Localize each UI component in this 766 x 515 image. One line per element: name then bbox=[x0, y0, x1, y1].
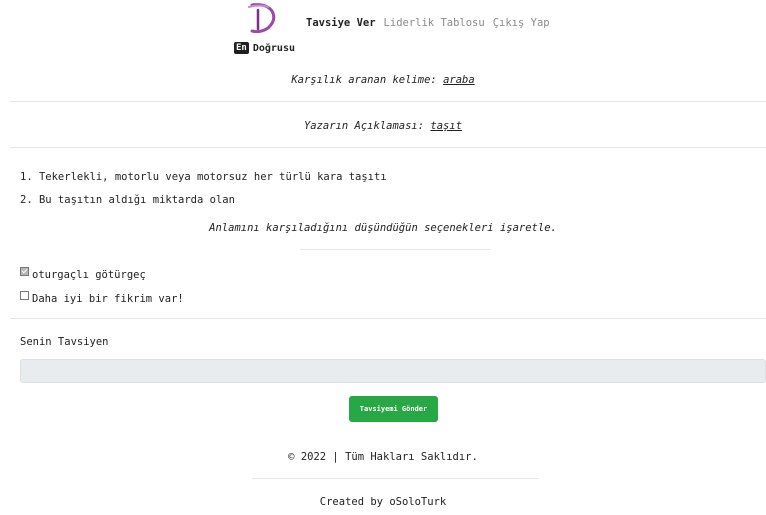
brand-name: Doğrusu bbox=[252, 42, 295, 54]
brand-badge: En bbox=[234, 42, 249, 54]
author-description-line: Yazarın Açıklaması: taşıt bbox=[0, 120, 766, 132]
divider bbox=[10, 318, 766, 319]
nav-liderlik-tablosu[interactable]: Liderlik Tablosu bbox=[384, 17, 485, 29]
advice-label: Senin Tavsiyen bbox=[20, 336, 109, 348]
submit-advice-button[interactable]: Tavsiyemi Gönder bbox=[349, 396, 438, 422]
footer-credit: Created by oSoloTurk bbox=[319, 496, 447, 508]
divider bbox=[10, 101, 766, 102]
checkbox-icon[interactable] bbox=[20, 290, 29, 300]
option-oturgacli-goturgec[interactable]: oturgaçlı götürgeç bbox=[20, 263, 184, 287]
advice-input[interactable] bbox=[20, 359, 766, 383]
divider bbox=[252, 478, 538, 479]
definition-item: 1. Tekerlekli, motorlu veya motorsuz her… bbox=[20, 171, 387, 183]
author-description-label: Yazarın Açıklaması: bbox=[303, 120, 425, 132]
checkbox-checked-icon[interactable] bbox=[20, 266, 29, 276]
footer-copyright: © 2022 | Tüm Hakları Saklıdır. bbox=[288, 451, 478, 463]
option-better-idea[interactable]: Daha iyi bir fikrim var! bbox=[20, 287, 184, 311]
target-word-label: Karşılık aranan kelime: bbox=[291, 74, 437, 86]
option-label: oturgaçlı götürgeç bbox=[32, 269, 146, 281]
definitions-list: 1. Tekerlekli, motorlu veya motorsuz her… bbox=[20, 166, 387, 212]
options-list: oturgaçlı götürgeç Daha iyi bir fikrim v… bbox=[20, 263, 184, 311]
definition-item: 2. Bu taşıtın aldığı miktarda olan bbox=[20, 194, 235, 206]
nav-tavsiye-ver[interactable]: Tavsiye Ver bbox=[306, 17, 376, 29]
author-description: taşıt bbox=[430, 120, 463, 132]
divider bbox=[10, 147, 766, 148]
brand-logo-icon[interactable] bbox=[246, 2, 280, 34]
divider bbox=[300, 249, 490, 250]
nav-cikis-yap[interactable]: Çıkış Yap bbox=[493, 17, 550, 29]
option-label: Daha iyi bir fikrim var! bbox=[32, 293, 184, 305]
instruction-text: Anlamını karşıladığını düşündüğün seçene… bbox=[209, 222, 557, 234]
brand[interactable]: En Doğrusu bbox=[234, 42, 295, 54]
main-nav: Tavsiye Ver Liderlik Tablosu Çıkış Yap bbox=[306, 17, 550, 29]
target-word-line: Karşılık aranan kelime: araba bbox=[0, 74, 766, 86]
target-word: araba bbox=[443, 74, 475, 86]
